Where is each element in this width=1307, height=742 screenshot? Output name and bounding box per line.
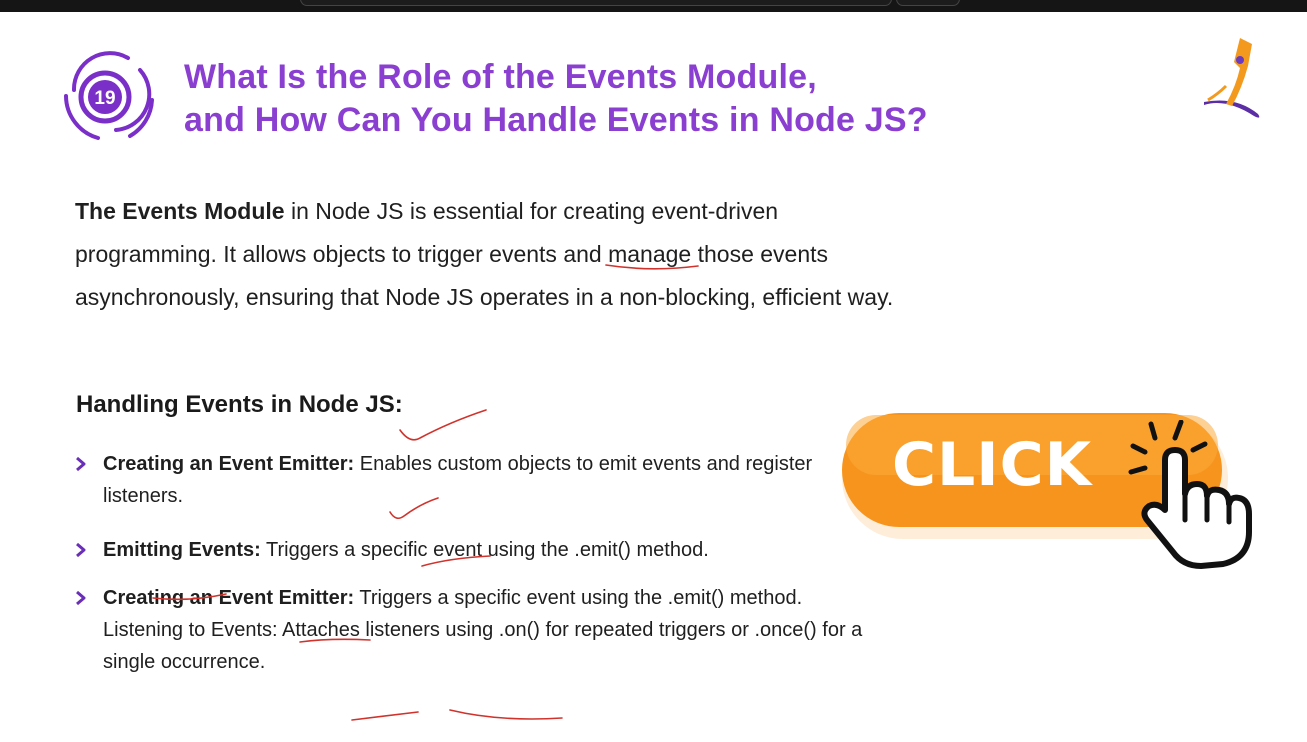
- address-bar-segment[interactable]: [896, 0, 960, 6]
- intro-bold-term: The Events Module: [75, 198, 285, 224]
- title-line-1: What Is the Role of the Events Module,: [184, 58, 817, 96]
- list-item: Emitting Events: Triggers a specific eve…: [75, 534, 865, 566]
- bullet-term: Emitting Events:: [103, 539, 261, 561]
- slide-number: 19: [94, 88, 115, 109]
- section-heading: Handling Events in Node JS:: [76, 391, 403, 418]
- numbered-badge-icon: 19: [64, 51, 154, 140]
- chevron-right-icon: [76, 542, 86, 558]
- bullet-term: Creating an Event Emitter:: [103, 453, 355, 475]
- click-button-label[interactable]: CLICK: [892, 430, 1092, 500]
- list-item: Creating an Event Emitter: Enables custo…: [75, 448, 865, 512]
- bullet-text: Triggers a specific event using the .emi…: [260, 539, 709, 561]
- title-line-2: and How Can You Handle Events in Node JS…: [184, 101, 928, 139]
- brand-logo-icon: [1204, 38, 1260, 118]
- address-bar[interactable]: [300, 0, 892, 6]
- bullet-term: Creating an Event Emitter:: [103, 587, 355, 609]
- window-top-bar: [0, 0, 1307, 12]
- bullet-list: Creating an Event Emitter: Enables custo…: [75, 448, 865, 678]
- chevron-right-icon: [76, 456, 86, 472]
- list-item: Creating an Event Emitter: Triggers a sp…: [75, 582, 865, 678]
- page-title: What Is the Role of the Events Module, a…: [184, 56, 1044, 142]
- pointer-hand-icon: [1125, 419, 1265, 570]
- slide-number-badge: 19: [58, 44, 162, 148]
- brand-logo: [1196, 30, 1266, 122]
- chevron-right-icon: [76, 590, 86, 606]
- intro-paragraph: The Events Module in Node JS is essentia…: [75, 190, 905, 319]
